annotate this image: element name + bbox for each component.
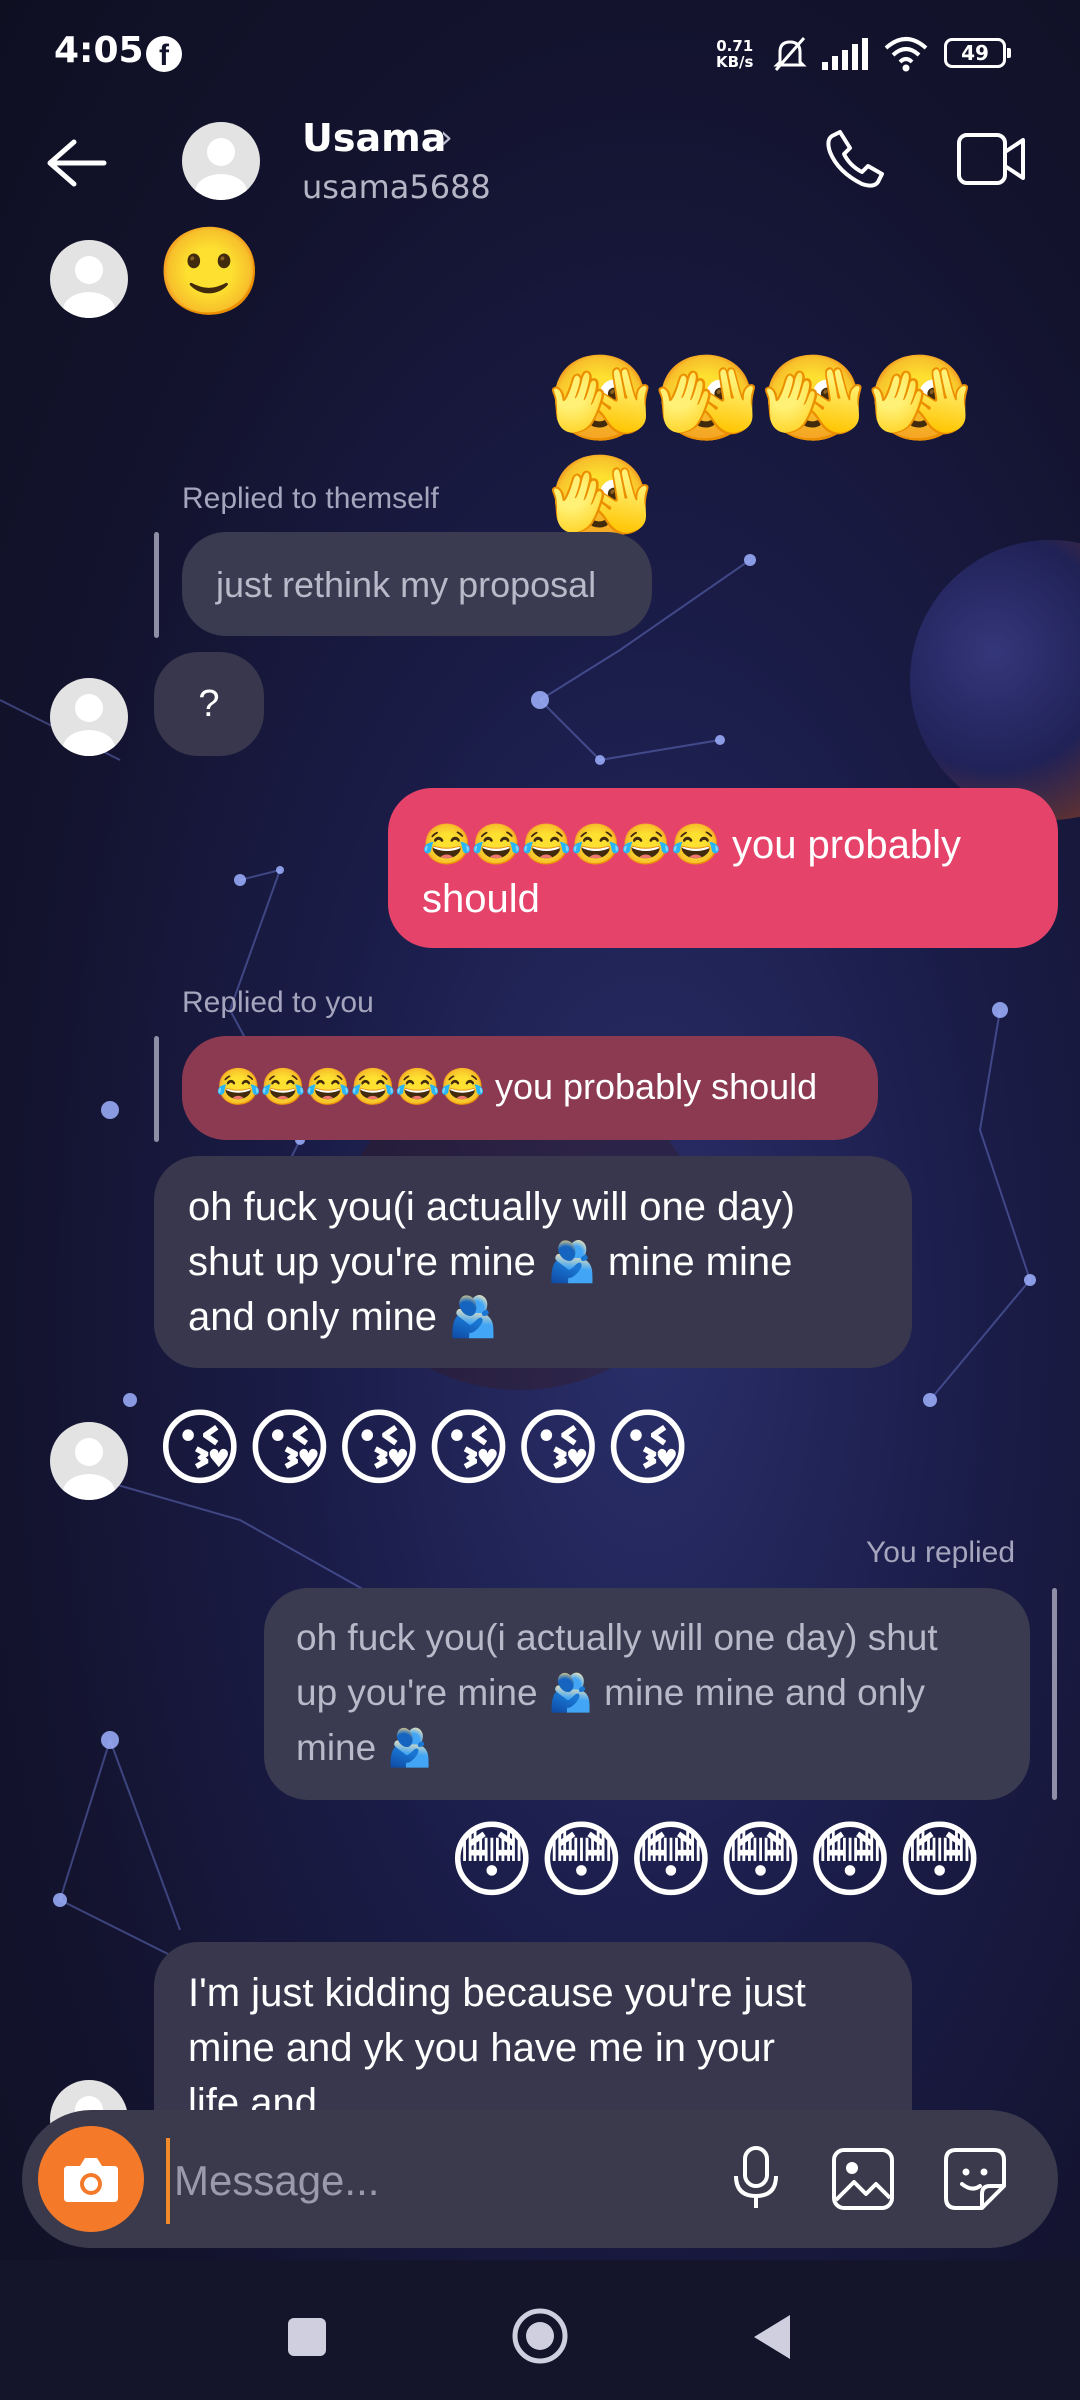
reply-bar — [154, 532, 159, 638]
message-input[interactable] — [166, 2138, 696, 2224]
quoted-message[interactable]: just rethink my proposal — [182, 532, 652, 636]
camera-button[interactable] — [38, 2126, 144, 2232]
back-triangle-icon[interactable] — [750, 2312, 794, 2362]
reply-note: Replied to themself — [182, 482, 439, 515]
message-emoji[interactable]: 😘😘😘😘😘😘 — [156, 1398, 693, 1498]
camera-icon — [64, 2158, 118, 2202]
message-bubble[interactable]: 😂😂😂😂😂😂 you probably should — [388, 788, 1058, 948]
contact-name[interactable]: Usama — [302, 116, 446, 160]
message-emoji[interactable]: 🫣🫣🫣🫣🫣 — [548, 348, 1080, 548]
mute-icon — [773, 37, 807, 71]
message-bubble[interactable]: oh fuck you(i actually will one day) shu… — [154, 1156, 912, 1368]
sticker-icon[interactable] — [942, 2146, 1008, 2212]
reply-bar — [1052, 1588, 1057, 1800]
phone-icon[interactable] — [822, 126, 888, 192]
sender-avatar[interactable] — [50, 240, 128, 318]
facebook-icon: f — [146, 36, 182, 72]
back-arrow-icon[interactable] — [44, 138, 108, 188]
battery-icon: 49 — [944, 38, 1011, 68]
microphone-icon[interactable] — [728, 2144, 784, 2214]
chevron-right-icon[interactable]: › — [440, 118, 453, 156]
quoted-message[interactable]: 😂😂😂😂😂😂 you probably should — [182, 1036, 878, 1140]
recents-square-icon[interactable] — [286, 2316, 328, 2358]
gallery-icon[interactable] — [830, 2146, 896, 2212]
quoted-message[interactable]: oh fuck you(i actually will one day) shu… — [264, 1588, 1030, 1800]
signal-icon — [822, 38, 868, 70]
home-circle-icon[interactable] — [510, 2306, 570, 2366]
contact-username[interactable]: usama5688 — [302, 168, 491, 206]
sender-avatar[interactable] — [50, 678, 128, 756]
message-emoji[interactable]: 😳😳😳😳😳😳 — [448, 1810, 985, 1910]
network-speed: 0.71 KB/s — [716, 37, 754, 71]
wifi-icon — [884, 37, 928, 72]
contact-avatar[interactable] — [182, 122, 260, 200]
video-icon[interactable] — [956, 130, 1028, 190]
reply-note: You replied — [866, 1536, 1016, 1569]
reply-note: Replied to you — [182, 986, 374, 1019]
message-emoji[interactable]: 🙂 — [156, 222, 265, 322]
status-time: 4:05 — [54, 30, 144, 71]
sender-avatar[interactable] — [50, 1422, 128, 1500]
message-bubble[interactable]: ? — [154, 652, 264, 756]
reply-bar — [154, 1036, 159, 1142]
message-bubble[interactable]: I'm just kidding because you're just min… — [154, 1942, 912, 2110]
